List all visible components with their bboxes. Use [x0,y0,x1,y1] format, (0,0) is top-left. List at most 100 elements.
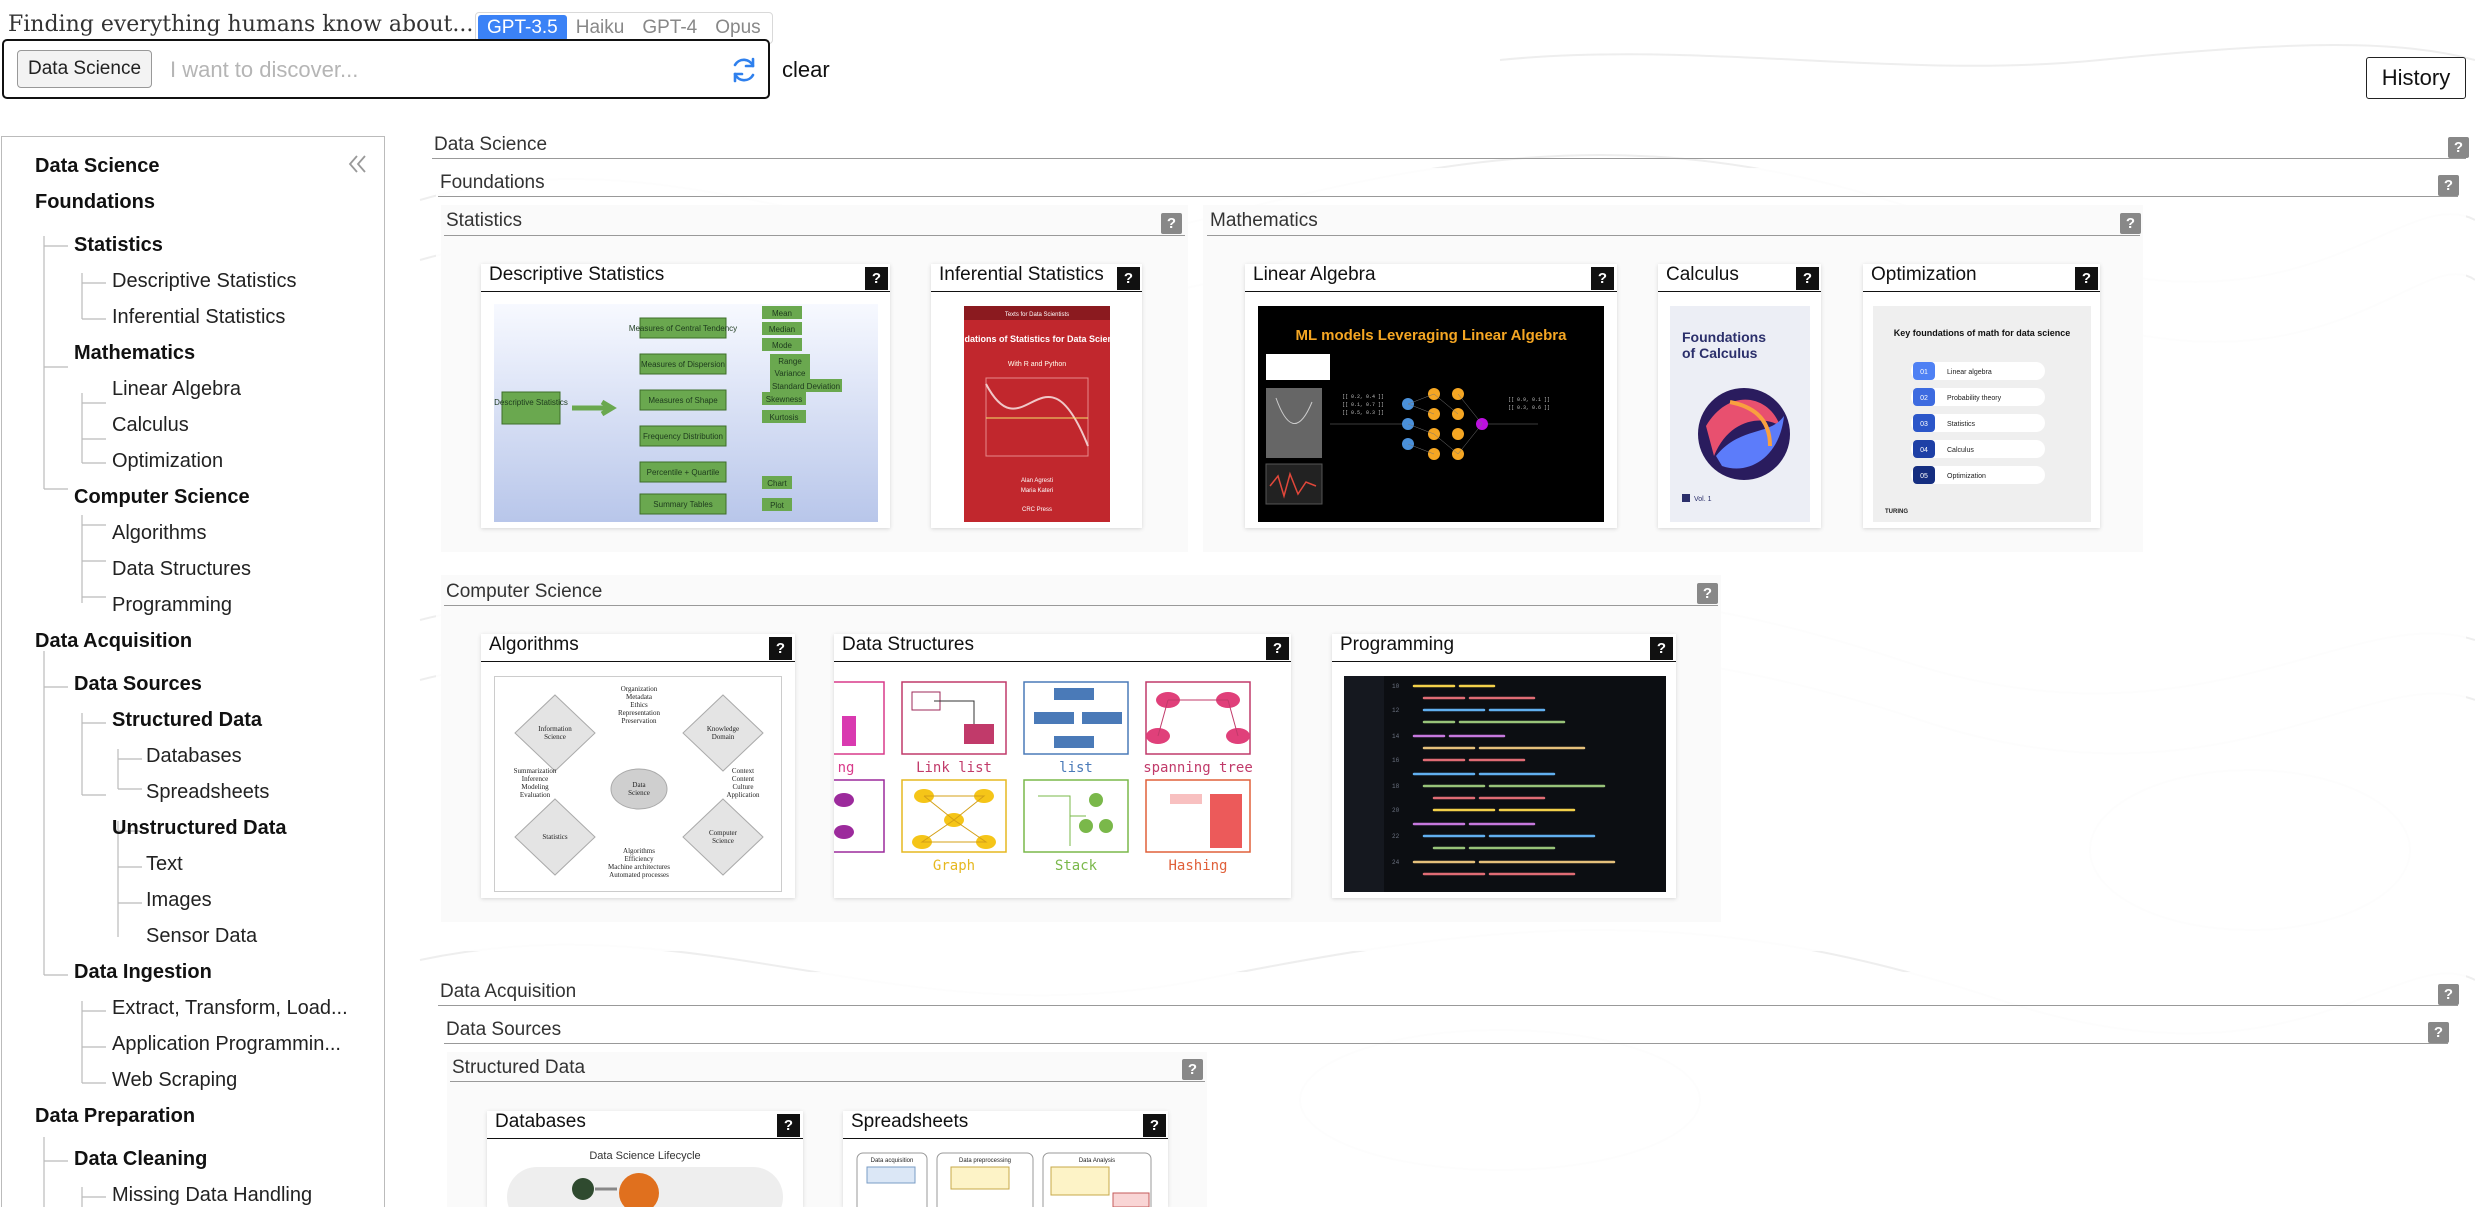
history-button[interactable]: History [2366,57,2466,99]
programming-image[interactable]: 10 12 14 16 18 20 22 24 [1344,676,1666,892]
topic-chip[interactable]: Data Science [17,50,153,88]
inferential-statistics-book-cover[interactable]: Texts for Data Scientists Foundations of… [964,306,1110,522]
data-structures-image[interactable]: ng Link list list spanning tree Graph St… [834,676,1291,892]
linear-algebra-image[interactable]: ML models Leveraging Linear Algebra [[ 0… [1258,306,1604,522]
tree-node-statistics[interactable]: Statistics [74,234,163,257]
tree-node-databases[interactable]: Databases [146,745,242,768]
section-divider-mathematics [1207,235,2140,236]
tree-node-data-ingestion[interactable]: Data Ingestion [74,961,212,984]
card-title-programming[interactable]: Programming [1340,634,1454,656]
spreadsheets-image[interactable]: Data acquisition Data preprocessing Data… [855,1151,1155,1207]
tree-node-data-science[interactable]: Data Science [35,155,160,178]
info-button-spreadsheets[interactable]: ? [1143,1114,1166,1137]
info-button-inferential-statistics[interactable]: ? [1117,267,1140,290]
svg-text:Context: Context [732,767,754,775]
tree-node-algorithms[interactable]: Algorithms [112,522,206,545]
tree-node-data-structures[interactable]: Data Structures [112,558,251,581]
tree-node-inferential-statistics[interactable]: Inferential Statistics [112,306,285,329]
tree-node-data-cleaning[interactable]: Data Cleaning [74,1148,207,1171]
info-button-data-sources[interactable]: ? [2428,1022,2449,1043]
info-button-data-structures[interactable]: ? [1266,637,1289,660]
info-button-mathematics[interactable]: ? [2120,213,2141,234]
tree-node-unstructured-data[interactable]: Unstructured Data [112,817,286,840]
svg-text:Representation: Representation [618,709,660,717]
card-title-inferential-statistics[interactable]: Inferential Statistics [939,264,1104,286]
section-title-foundations[interactable]: Foundations [440,172,545,194]
info-button-computer-science[interactable]: ? [1697,583,1718,604]
info-button-statistics[interactable]: ? [1161,213,1182,234]
card-title-optimization[interactable]: Optimization [1871,264,1977,286]
tree-node-structured-data[interactable]: Structured Data [112,709,262,732]
tree-node-api[interactable]: Application Programmin... [112,1033,341,1056]
tree-node-data-acquisition[interactable]: Data Acquisition [35,630,192,653]
data-structures-grid: ng Link list list spanning tree Graph St… [834,681,1253,874]
info-button-linear-algebra[interactable]: ? [1591,267,1614,290]
tree-node-missing-data-handling[interactable]: Missing Data Handling [112,1184,312,1207]
info-button-optimization[interactable]: ? [2075,267,2098,290]
tree-node-programming[interactable]: Programming [112,594,232,617]
section-title-mathematics[interactable]: Mathematics [1210,210,1318,232]
model-tab-opus[interactable]: Opus [706,15,769,41]
svg-text:Percentile + Quartile: Percentile + Quartile [647,468,720,477]
svg-text:Hashing: Hashing [1168,858,1227,874]
tree-node-descriptive-statistics[interactable]: Descriptive Statistics [112,270,297,293]
info-button-algorithms[interactable]: ? [769,637,792,660]
info-button-structured-data[interactable]: ? [1182,1059,1203,1080]
card-title-calculus[interactable]: Calculus [1666,264,1739,286]
card-title-spreadsheets[interactable]: Spreadsheets [851,1111,968,1133]
tree-node-spreadsheets[interactable]: Spreadsheets [146,781,269,804]
info-button-programming[interactable]: ? [1650,637,1673,660]
section-title-computer-science[interactable]: Computer Science [446,581,602,603]
svg-text:Metadata: Metadata [626,693,653,701]
svg-text:Stack: Stack [1055,858,1098,874]
model-tab-gpt35[interactable]: GPT-3.5 [478,15,567,41]
tree-node-data-sources[interactable]: Data Sources [74,673,202,696]
svg-text:Maria Kateri: Maria Kateri [1021,488,1053,494]
tree-node-data-preparation[interactable]: Data Preparation [35,1105,195,1128]
section-title-statistics[interactable]: Statistics [446,210,522,232]
section-title-data-acquisition[interactable]: Data Acquisition [440,981,576,1003]
info-button-foundations[interactable]: ? [2438,175,2459,196]
section-title-data-sources[interactable]: Data Sources [446,1019,561,1041]
tree-node-text[interactable]: Text [146,853,183,876]
card-title-data-structures[interactable]: Data Structures [842,634,974,656]
card-title-databases[interactable]: Databases [495,1111,586,1133]
search-input[interactable] [170,53,710,87]
card-title-algorithms[interactable]: Algorithms [489,634,579,656]
info-button-descriptive-statistics[interactable]: ? [865,267,888,290]
databases-image[interactable]: Data Science Lifecycle [487,1147,803,1207]
svg-text:[[ 0.9, 0.1 ]]: [[ 0.9, 0.1 ]] [1508,397,1550,403]
tree-node-foundations[interactable]: Foundations [35,191,155,214]
section-title-structured-data[interactable]: Structured Data [452,1057,585,1079]
tree-node-calculus[interactable]: Calculus [112,414,189,437]
tree-node-etl[interactable]: Extract, Transform, Load... [112,997,348,1020]
sidebar-tree: Data Science Foundations Statistics Desc… [1,136,385,1207]
model-tab-gpt4[interactable]: GPT-4 [633,15,706,41]
info-button-data-science[interactable]: ? [2448,137,2469,158]
clear-button[interactable]: clear [782,57,830,83]
calculus-book-cover[interactable]: Foundations of Calculus Vol. 1 [1670,306,1810,522]
info-button-data-acquisition[interactable]: ? [2438,984,2459,1005]
descriptive-statistics-image[interactable]: Descriptive Statistics Measures of Centr… [494,304,878,522]
card-linear-algebra: Linear Algebra ? ML models Leveraging Li… [1245,264,1617,528]
card-title-linear-algebra[interactable]: Linear Algebra [1253,264,1376,286]
info-button-databases[interactable]: ? [777,1114,800,1137]
model-tab-haiku[interactable]: Haiku [567,15,634,41]
info-button-calculus[interactable]: ? [1796,267,1819,290]
algorithms-image[interactable]: Information Science Knowledge Domain Stati… [494,676,782,892]
refresh-icon[interactable] [729,55,759,85]
svg-text:Inference: Inference [522,775,548,783]
tree-node-optimization[interactable]: Optimization [112,450,223,473]
tree-node-web-scraping[interactable]: Web Scraping [112,1069,237,1092]
svg-text:Frequency Distribution: Frequency Distribution [643,432,723,441]
tree-node-images[interactable]: Images [146,889,212,912]
calculus-book-cover-art: Foundations of Calculus Vol. 1 [1682,329,1790,503]
section-title-data-science[interactable]: Data Science [434,134,547,156]
card-title-descriptive-statistics[interactable]: Descriptive Statistics [489,264,664,286]
svg-text:[[ 0.1, 0.7 ]]: [[ 0.1, 0.7 ]] [1342,402,1384,408]
tree-node-computer-science[interactable]: Computer Science [74,486,250,509]
tree-node-mathematics[interactable]: Mathematics [74,342,195,365]
tree-node-sensor-data[interactable]: Sensor Data [146,925,257,948]
tree-node-linear-algebra[interactable]: Linear Algebra [112,378,241,401]
optimization-image[interactable]: Key foundations of math for data science… [1873,306,2091,522]
